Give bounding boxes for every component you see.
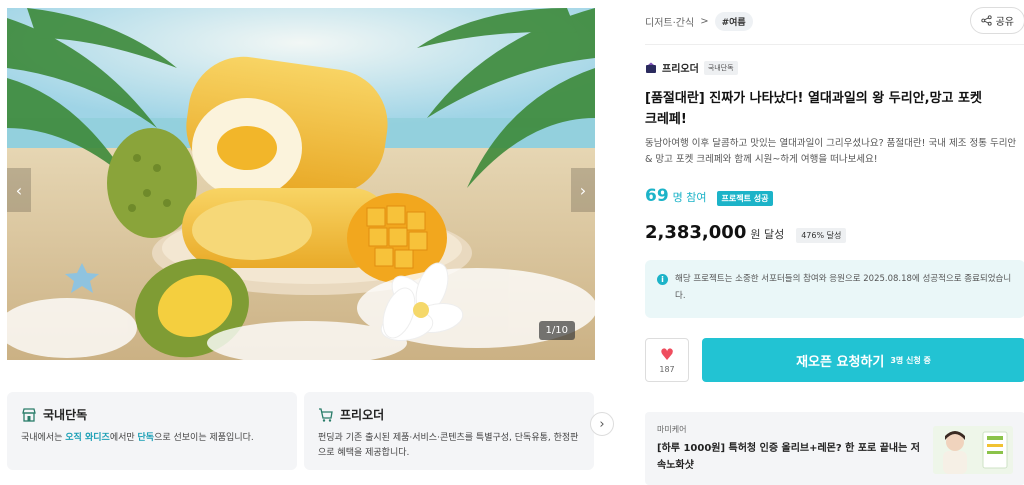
image-counter: 1/10 <box>538 321 575 340</box>
ad-banner[interactable]: 마미케어 [하루 1000원] 특허청 인증 올리브+레몬? 한 포로 끝내는 … <box>645 412 1024 485</box>
amount-unit: 원 달성 <box>750 228 785 241</box>
heart-icon: ♥ <box>659 344 675 364</box>
project-title: [품절대란] 진짜가 나타났다! 열대과일의 왕 두리안,망고 포켓 크레페! <box>645 91 982 127</box>
gallery-next-button[interactable]: › <box>571 168 595 212</box>
card-preorder[interactable]: 프리오더 펀딩과 기존 출시된 제품·서비스·콘텐츠를 특별구성, 단독유통, … <box>304 392 594 470</box>
participants: 69 명 참여 프로젝트 성공 <box>645 186 774 206</box>
cards-next-button[interactable]: › <box>590 412 614 436</box>
card-domestic-exclusive[interactable]: 국내단독 국내에서는 오직 와디즈에서만 단독으로 선보이는 제품입니다. <box>7 392 297 470</box>
brand-logo-icon <box>646 62 656 73</box>
share-label: 공유 <box>995 17 1014 28</box>
maker-name: 프리오더 <box>662 64 699 75</box>
reopen-label: 재오픈 요청하기 <box>796 354 885 370</box>
notice-text: 해당 프로젝트는 소중한 서포터들의 참여와 응원으로 2025.08.18에 … <box>675 274 1012 301</box>
share-button[interactable]: 공유 <box>969 7 1024 34</box>
info-cards: 국내단독 국내에서는 오직 와디즈에서만 단독으로 선보이는 제품입니다. 프리… <box>7 392 614 472</box>
ad-text: [하루 1000원] 특허청 인증 올리브+레몬? 한 포로 끝내는 저속노화샷 <box>657 443 921 471</box>
divider <box>645 44 1024 45</box>
info-icon: i <box>657 274 668 285</box>
reopen-request-button[interactable]: 재오픈 요청하기 3명 신청 중 <box>702 338 1024 382</box>
participant-count: 69 <box>645 186 669 206</box>
breadcrumb-category[interactable]: 디저트·간식 <box>645 14 694 29</box>
store-icon <box>22 407 36 422</box>
breadcrumb: 디저트·간식 > #여름 <box>645 12 753 31</box>
amount-value: 2,383,000 <box>645 222 747 243</box>
status-badge: 프로젝트 성공 <box>716 191 774 206</box>
breadcrumb-separator: > <box>700 16 709 27</box>
project-info-panel: 디저트·간식 > #여름 공유 프리오더 국내단독 [품절대란] 진짜가 나타났… <box>645 0 1024 485</box>
participant-unit: 명 참여 <box>672 191 707 204</box>
card-description: 펀딩과 기존 출시된 제품·서비스·콘텐츠를 특별구성, 단독유통, 한정판으로… <box>318 433 579 458</box>
product-photo <box>7 8 595 360</box>
card-title: 프리오더 <box>340 408 385 422</box>
notice-box: i 해당 프로젝트는 소중한 서포터들의 참여와 응원으로 2025.08.18… <box>645 260 1024 318</box>
chevron-right-icon: › <box>579 180 587 200</box>
share-icon <box>980 15 992 26</box>
card-title: 국내단독 <box>43 408 88 422</box>
maker-badge: 국내단독 <box>703 60 738 75</box>
cart-icon <box>319 407 333 422</box>
chevron-right-icon: › <box>599 416 605 432</box>
maker-info[interactable]: 프리오더 국내단독 <box>645 60 738 75</box>
reopen-count: 3명 신청 중 <box>890 355 931 365</box>
funding-amount: 2,383,000 원 달성 476% 달성 <box>645 222 847 243</box>
product-image-gallery[interactable]: ‹ › 1/10 <box>7 8 595 360</box>
like-button[interactable]: ♥ 187 <box>645 338 689 382</box>
chevron-left-icon: ‹ <box>15 180 23 200</box>
gallery-prev-button[interactable]: ‹ <box>7 168 31 212</box>
achievement-badge: 476% 달성 <box>796 228 847 243</box>
ad-image <box>933 426 1013 474</box>
tag-summer[interactable]: #여름 <box>714 12 753 31</box>
like-count: 187 <box>659 364 675 374</box>
card-description: 국내에서는 오직 와디즈에서만 단독으로 선보이는 제품입니다. <box>21 433 254 443</box>
page: ‹ › 1/10 국내단독 국내에서는 오직 와디즈에서만 단독으로 선보이는 … <box>0 0 1024 485</box>
project-description: 동남아여행 이후 달콤하고 맛있는 열대과일이 그리우셨나요? 품절대란! 국내… <box>645 138 1017 165</box>
